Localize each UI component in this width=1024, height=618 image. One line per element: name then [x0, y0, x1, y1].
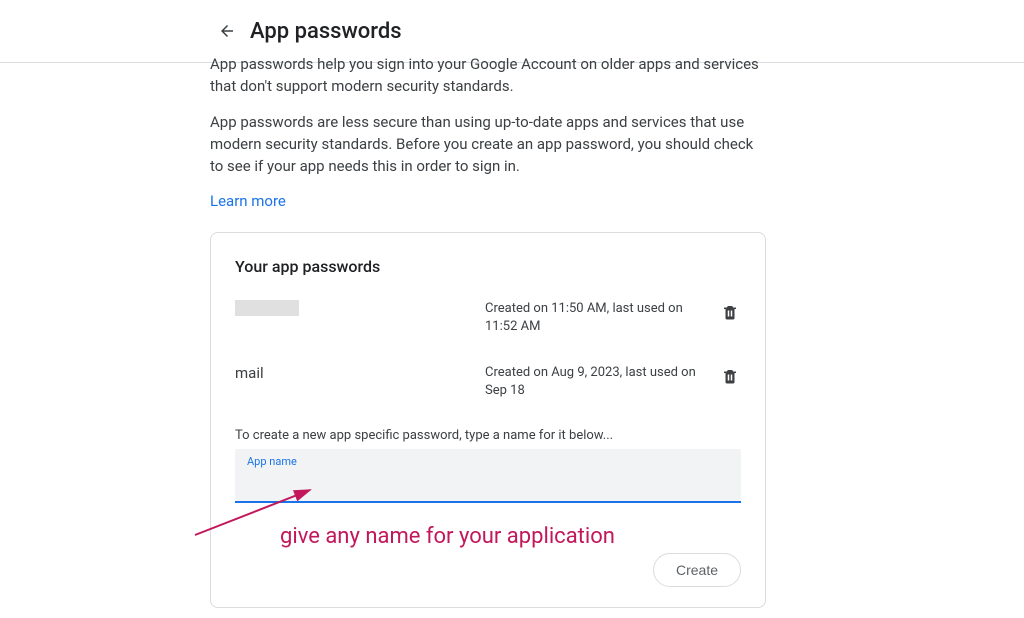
back-button[interactable]: [210, 14, 244, 48]
intro-paragraph-1: App passwords help you sign into your Go…: [210, 53, 766, 97]
password-row: Created on 11:50 AM, last used on 11:52 …: [235, 300, 741, 336]
app-name-input-wrap[interactable]: App name: [235, 449, 741, 503]
input-label: App name: [247, 455, 729, 468]
page-title: App passwords: [250, 19, 402, 44]
password-meta: Created on 11:50 AM, last used on 11:52 …: [485, 300, 719, 336]
intro-block: App passwords help you sign into your Go…: [210, 53, 766, 232]
learn-more-link[interactable]: Learn more: [210, 192, 286, 210]
delete-button[interactable]: [719, 364, 741, 391]
app-passwords-card: Your app passwords Created on 11:50 AM, …: [210, 232, 766, 608]
password-meta: Created on Aug 9, 2023, last used on Sep…: [485, 364, 719, 400]
arrow-left-icon: [218, 22, 236, 40]
password-row: mail Created on Aug 9, 2023, last used o…: [235, 364, 741, 400]
delete-button[interactable]: [719, 300, 741, 327]
password-name: [235, 300, 485, 320]
card-title: Your app passwords: [235, 257, 741, 276]
create-button[interactable]: Create: [653, 553, 741, 587]
redacted-name: [235, 300, 299, 316]
create-hint: To create a new app specific password, t…: [235, 428, 741, 443]
trash-icon: [721, 366, 739, 386]
password-name: mail: [235, 364, 485, 382]
trash-icon: [721, 302, 739, 322]
intro-paragraph-2: App passwords are less secure than using…: [210, 111, 766, 177]
app-name-input[interactable]: [247, 471, 729, 491]
